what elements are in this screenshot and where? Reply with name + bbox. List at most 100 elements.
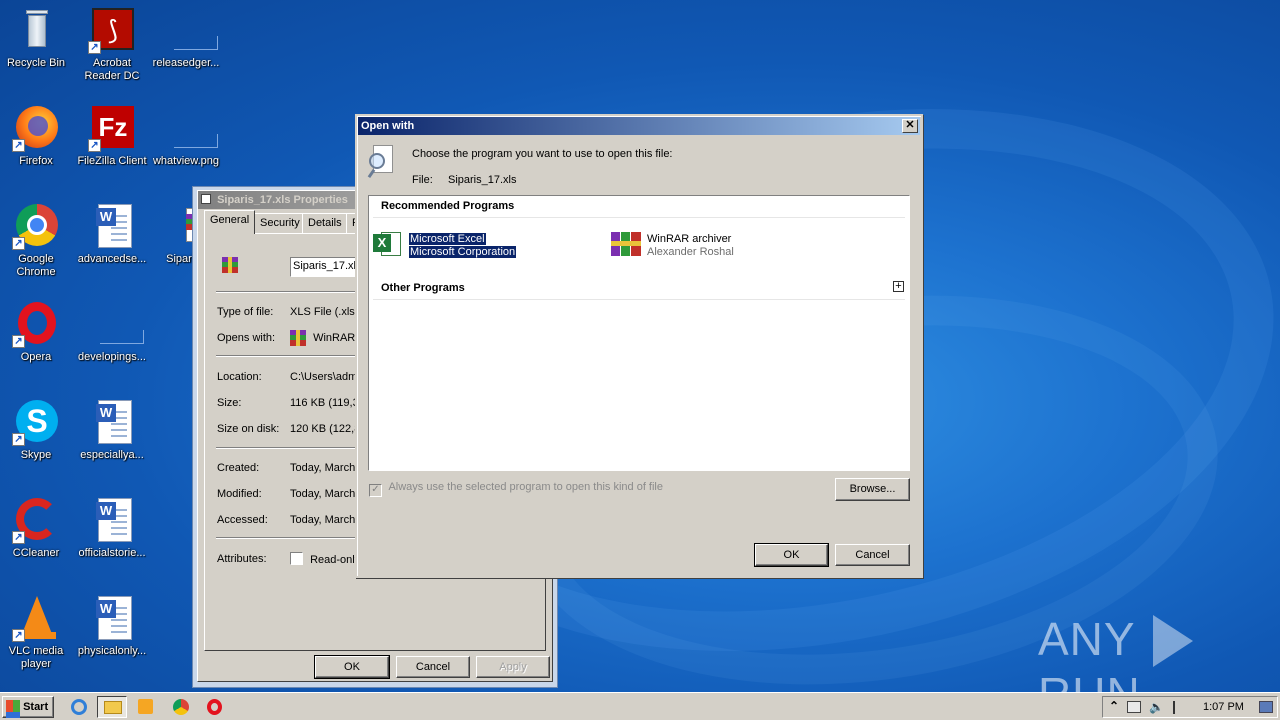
- taskbar-ie-button[interactable]: [68, 696, 90, 718]
- media-player-icon: [138, 699, 153, 714]
- filename-value: Siparis_17.xls: [293, 260, 360, 272]
- volume-icon[interactable]: 🔈: [1149, 701, 1164, 714]
- program-item-winrar[interactable]: WinRAR archiver Alexander Roshal: [611, 230, 751, 260]
- type-label: Type of file:: [217, 306, 274, 318]
- size-on-disk-value: 120 KB (122,8: [290, 423, 361, 435]
- network-icon[interactable]: [1127, 701, 1141, 713]
- cancel-button[interactable]: Cancel: [835, 544, 910, 566]
- browse-button[interactable]: Browse...: [835, 478, 910, 501]
- winrar-name: WinRAR archiver: [647, 233, 732, 245]
- always-use-checkbox[interactable]: ✓: [369, 484, 382, 497]
- desktop-icon-especiallya[interactable]: W especiallya...: [74, 398, 150, 462]
- skype-icon: S ↗: [12, 398, 60, 446]
- desktop-icon-label: releasedger...: [152, 57, 220, 69]
- desktop-icon-label: Google Chrome: [16, 253, 56, 278]
- desktop-icon-officialstorie[interactable]: W officialstorie...: [74, 496, 150, 560]
- desktop-icon-advancedse[interactable]: W advancedse...: [74, 202, 150, 266]
- desktop-icon-releasedger[interactable]: releasedger...: [148, 6, 224, 70]
- separator: [216, 355, 366, 357]
- folder-icon: [104, 701, 122, 714]
- always-use-row[interactable]: ✓ Always use the selected program to ope…: [369, 481, 663, 497]
- show-desktop-icon[interactable]: [1259, 701, 1273, 713]
- desktop-icon-recycle-bin[interactable]: Recycle Bin: [0, 6, 74, 70]
- shortcut-arrow-icon: ↗: [12, 237, 25, 250]
- recycle-bin-icon: [12, 6, 60, 54]
- desktop-icon-filezilla[interactable]: Fz ↗ FileZilla Client: [74, 104, 150, 168]
- desktop-icon-google-chrome[interactable]: ↗ Google Chrome: [0, 202, 74, 279]
- desktop-icon-acrobat[interactable]: ⟆ ↗ Acrobat Reader DC: [74, 6, 150, 83]
- taskbar-opera-button[interactable]: [203, 696, 225, 718]
- chrome-icon: [173, 699, 189, 715]
- desktop-icon-label: Skype: [20, 449, 52, 461]
- desktop-icon-label: officialstorie...: [78, 547, 146, 559]
- desktop-icon-label: physicalonly...: [77, 645, 147, 657]
- tab-label: General: [210, 214, 250, 226]
- close-button[interactable]: ✕: [902, 119, 918, 133]
- desktop-icon-label: especiallya...: [80, 449, 144, 461]
- winrar-publisher: Alexander Roshal: [647, 246, 734, 258]
- properties-cancel-button[interactable]: Cancel: [396, 656, 470, 678]
- desktop-icon-firefox[interactable]: ↗ Firefox: [0, 104, 74, 168]
- size-label: Size:: [217, 397, 242, 409]
- program-list[interactable]: Recommended Programs X Microsoft Excel M…: [368, 195, 910, 471]
- desktop-icon-vlc[interactable]: ↗ VLC media player: [0, 594, 74, 671]
- acrobat-icon: ⟆ ↗: [88, 6, 136, 54]
- tab-details[interactable]: Details: [302, 213, 348, 233]
- shortcut-arrow-icon: ↗: [12, 335, 25, 348]
- size-on-disk-label: Size on disk:: [217, 423, 280, 435]
- other-programs-header[interactable]: Other Programs: [381, 282, 465, 294]
- open-with-dialog: Open with ✕ Choose the program you want …: [355, 114, 923, 578]
- taskbar-chrome-button[interactable]: [170, 696, 192, 718]
- ok-button[interactable]: OK: [754, 543, 829, 567]
- modified-label: Modified:: [217, 488, 262, 500]
- system-tray: ⌃ 🔈 1:07 PM: [1102, 696, 1278, 718]
- properties-title: Siparis_17.xls Properties: [217, 194, 348, 206]
- tab-general[interactable]: General: [204, 210, 256, 234]
- desktop-icon-skype[interactable]: S ↗ Skype: [0, 398, 74, 462]
- program-item-excel[interactable]: X Microsoft Excel Microsoft Corporation: [373, 230, 517, 260]
- shortcut-arrow-icon: ↗: [88, 139, 101, 152]
- desktop-icon-physicalonly[interactable]: W physicalonly...: [74, 594, 150, 658]
- tab-security[interactable]: Security: [254, 213, 306, 233]
- word-document-icon: W: [88, 398, 136, 446]
- start-button[interactable]: Start: [2, 696, 54, 718]
- file-label: File:: [412, 174, 433, 186]
- separator: [216, 537, 366, 539]
- desktop-icon-label: Firefox: [19, 155, 53, 167]
- winrar-icon: [290, 330, 306, 346]
- watermark-text-left: ANY: [1038, 613, 1135, 665]
- windows-logo-icon: [6, 700, 20, 712]
- expand-toggle[interactable]: +: [893, 281, 904, 292]
- internet-explorer-icon: [71, 699, 87, 715]
- readonly-checkbox-row[interactable]: Read-only: [290, 552, 360, 566]
- properties-apply-button[interactable]: Apply: [476, 656, 550, 678]
- tray-arrow-icon[interactable]: ⌃: [1109, 699, 1119, 713]
- blank-file-icon: [88, 300, 144, 348]
- word-document-icon: W: [88, 202, 136, 250]
- opera-icon: [207, 699, 222, 715]
- firefox-icon: ↗: [12, 104, 60, 152]
- filename-field[interactable]: Siparis_17.xls: [290, 257, 360, 277]
- taskbar-explorer-button[interactable]: [97, 696, 127, 718]
- modified-value: Today, March: [290, 488, 356, 500]
- magnifier-document-icon: [367, 145, 397, 179]
- desktop-icon-whatview[interactable]: whatview.png: [148, 104, 224, 168]
- clock[interactable]: 1:07 PM: [1203, 701, 1244, 713]
- desktop-icon-label: developings...: [78, 351, 146, 363]
- size-value: 116 KB (119,3: [290, 397, 359, 409]
- open-with-titlebar[interactable]: Open with ✕: [358, 117, 920, 135]
- taskbar-media-button[interactable]: [134, 696, 156, 718]
- opens-with-value: WinRAR: [290, 330, 355, 346]
- desktop-icon-developings[interactable]: developings...: [74, 300, 150, 364]
- taskbar: Start ⌃ 🔈 1:07 PM: [0, 692, 1280, 720]
- shortcut-arrow-icon: ↗: [12, 433, 25, 446]
- desktop-icon-ccleaner[interactable]: ↗ CCleaner: [0, 496, 74, 560]
- file-value: Siparis_17.xls: [448, 174, 517, 186]
- properties-ok-button[interactable]: OK: [314, 655, 390, 679]
- properties-app-icon: [201, 194, 211, 204]
- readonly-checkbox[interactable]: [290, 552, 303, 565]
- desktop-icon-opera[interactable]: ↗ Opera: [0, 300, 74, 364]
- blank-file-icon: [162, 104, 218, 152]
- flag-icon[interactable]: [1173, 701, 1185, 714]
- type-value: XLS File (.xls): [290, 306, 359, 318]
